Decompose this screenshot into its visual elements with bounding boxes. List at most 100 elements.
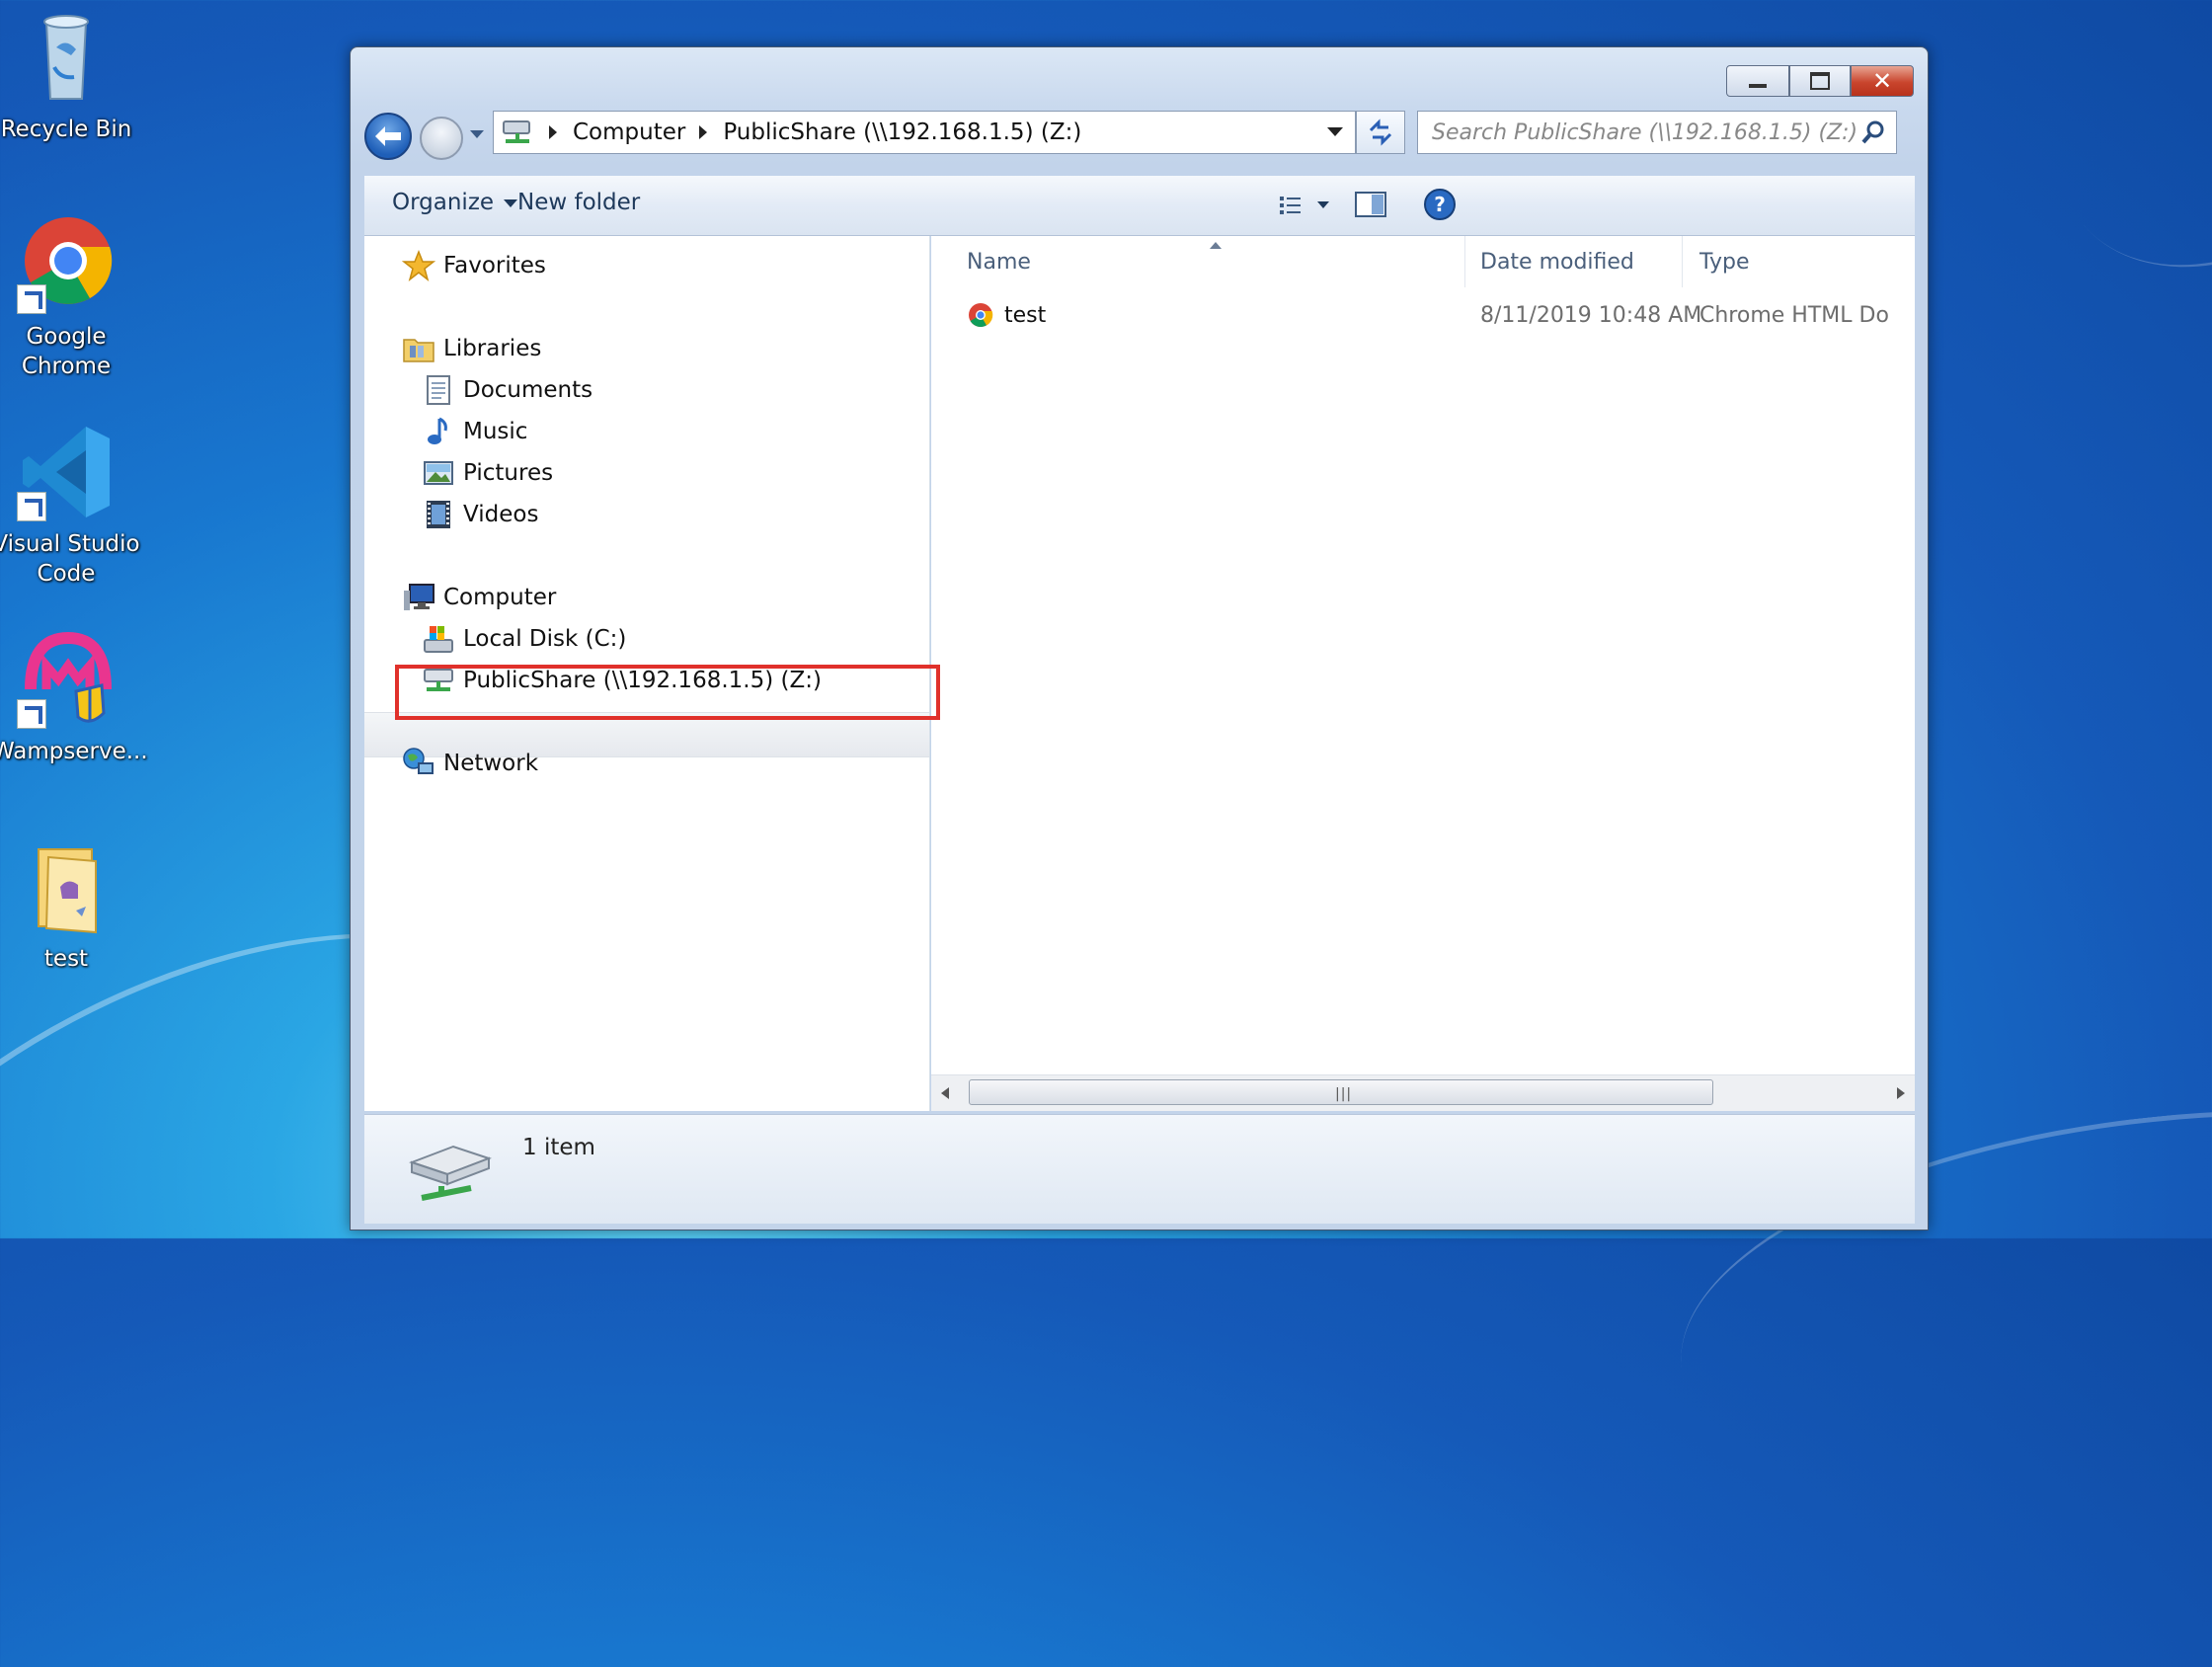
- column-header-name[interactable]: Name: [967, 236, 1031, 287]
- desktop-icon-google-chrome[interactable]: Google Chrome: [0, 215, 140, 381]
- close-button[interactable]: ✕: [1851, 65, 1914, 97]
- desktop-icon-label: Wampserve...: [0, 739, 148, 764]
- tree-item-libraries[interactable]: Libraries: [402, 329, 541, 368]
- desktop-icon-test-folder[interactable]: test: [0, 837, 140, 974]
- scrollbar-thumb[interactable]: |||: [969, 1079, 1713, 1105]
- desktop-icon-label: Google Chrome: [21, 324, 112, 379]
- chevron-down-icon: [504, 198, 518, 207]
- tree-item-favorites[interactable]: Favorites: [401, 246, 546, 285]
- organize-button[interactable]: Organize: [392, 190, 518, 215]
- tree-item-computer[interactable]: Computer: [402, 578, 556, 617]
- recent-locations-button[interactable]: [469, 126, 485, 142]
- search-icon[interactable]: [1860, 119, 1886, 145]
- address-bar[interactable]: Computer PublicShare (\\192.168.1.5) (Z:…: [493, 111, 1356, 154]
- breadcrumb-publicshare[interactable]: PublicShare (\\192.168.1.5) (Z:): [723, 119, 1081, 145]
- refresh-icon: [1369, 119, 1392, 146]
- tree-item-label: Pictures: [463, 460, 554, 486]
- tree-item-music[interactable]: Music: [422, 412, 527, 451]
- window-controls: ✕: [1726, 65, 1914, 99]
- back-arrow-icon: [375, 126, 401, 146]
- computer-icon: [402, 581, 435, 614]
- sort-ascending-icon: [1210, 242, 1222, 249]
- back-button[interactable]: [364, 113, 412, 160]
- wampserver-icon: [17, 630, 116, 729]
- search-input[interactable]: Search PublicShare (\\192.168.1.5) (Z:): [1432, 120, 1857, 145]
- search-box[interactable]: Search PublicShare (\\192.168.1.5) (Z:): [1417, 111, 1897, 154]
- folder-icon: [17, 837, 116, 936]
- tree-item-label: Libraries: [443, 336, 542, 361]
- column-divider[interactable]: [1464, 236, 1465, 287]
- pictures-icon: [422, 456, 455, 490]
- desktop-icon-label: test: [43, 946, 89, 972]
- tree-item-label: Documents: [463, 377, 593, 403]
- highlight-box: [395, 665, 940, 720]
- chrome-icon: [17, 215, 116, 314]
- preview-pane-button[interactable]: [1354, 190, 1387, 223]
- breadcrumb-separator[interactable]: [549, 125, 557, 139]
- libraries-folder-icon: [402, 332, 435, 365]
- file-name: test: [1004, 302, 1047, 328]
- shortcut-arrow-icon: [17, 492, 46, 521]
- tree-item-label: Network: [443, 751, 539, 776]
- explorer-window[interactable]: ✕ Computer PublicShare (\\192.168.1.5) (…: [350, 46, 1929, 1230]
- desktop-icon-recycle-bin[interactable]: Recycle Bin: [0, 8, 140, 144]
- tree-item-videos[interactable]: Videos: [422, 495, 538, 534]
- star-icon: [401, 249, 436, 282]
- tree-item-label: Local Disk (C:): [463, 626, 627, 652]
- documents-icon: [422, 373, 455, 407]
- scroll-left-icon[interactable]: [941, 1087, 949, 1099]
- network-icon: [402, 747, 435, 780]
- organize-label: Organize: [392, 190, 495, 215]
- view-options-button[interactable]: [1278, 194, 1337, 221]
- network-drive-icon: [503, 120, 530, 143]
- grip-icon: |||: [1335, 1086, 1353, 1102]
- file-date-modified: 8/11/2019 10:48 AM: [1480, 302, 1702, 328]
- desktop-icon-label: Recycle Bin: [0, 117, 132, 142]
- column-header-date-modified[interactable]: Date modified: [1480, 236, 1634, 287]
- tree-item-network[interactable]: Network: [402, 744, 538, 783]
- tree-item-label: Computer: [443, 585, 557, 610]
- close-icon: ✕: [1871, 67, 1893, 95]
- chrome-html-file-icon: [969, 303, 993, 328]
- forward-button[interactable]: [420, 117, 463, 160]
- maximize-button[interactable]: [1789, 65, 1851, 97]
- svg-text:?: ?: [1434, 193, 1446, 216]
- file-row[interactable]: test 8/11/2019 10:48 AM Chrome HTML Do: [931, 295, 1915, 335]
- column-header-type[interactable]: Type: [1699, 236, 1750, 287]
- local-disk-icon: [422, 622, 455, 656]
- change-view-icon: [1280, 197, 1329, 214]
- refresh-button[interactable]: [1356, 111, 1405, 154]
- file-name-cell[interactable]: test: [967, 295, 1046, 335]
- recycle-bin-icon: [17, 8, 116, 107]
- address-dropdown-icon[interactable]: [1327, 127, 1343, 136]
- file-type: Chrome HTML Do: [1699, 302, 1889, 328]
- tree-item-local-disk[interactable]: Local Disk (C:): [422, 619, 626, 659]
- new-folder-button[interactable]: New folder: [517, 190, 640, 215]
- breadcrumb-computer[interactable]: Computer: [573, 119, 685, 145]
- minimize-icon: [1749, 84, 1767, 88]
- tree-item-label: Music: [463, 419, 528, 444]
- chevron-down-icon: [470, 130, 484, 138]
- help-button[interactable]: ?: [1423, 188, 1457, 225]
- help-icon: ?: [1424, 189, 1456, 220]
- desktop-icon-vscode[interactable]: Visual Studio Code: [0, 423, 140, 589]
- music-icon: [422, 415, 455, 448]
- tree-item-label: Videos: [463, 502, 539, 527]
- breadcrumb-separator[interactable]: [699, 125, 708, 139]
- horizontal-scrollbar[interactable]: |||: [931, 1074, 1915, 1111]
- maximize-icon: [1810, 72, 1830, 90]
- file-list-pane: Name Date modified Type test 8/11/2019 1…: [931, 236, 1915, 1111]
- details-pane: 1 item: [364, 1114, 1915, 1224]
- scroll-right-icon[interactable]: [1897, 1087, 1905, 1099]
- desktop-icon-wampserver[interactable]: Wampserve...: [0, 630, 148, 766]
- tree-item-pictures[interactable]: Pictures: [422, 453, 553, 493]
- minimize-button[interactable]: [1726, 65, 1789, 97]
- navigation-bar: Computer PublicShare (\\192.168.1.5) (Z:…: [364, 111, 1914, 162]
- shortcut-arrow-icon: [17, 284, 46, 314]
- column-divider[interactable]: [1682, 236, 1683, 287]
- preview-pane-icon: [1355, 192, 1386, 217]
- vscode-icon: [17, 423, 116, 521]
- tree-item-documents[interactable]: Documents: [422, 370, 592, 410]
- shortcut-arrow-icon: [17, 699, 46, 729]
- item-count: 1 item: [522, 1135, 595, 1160]
